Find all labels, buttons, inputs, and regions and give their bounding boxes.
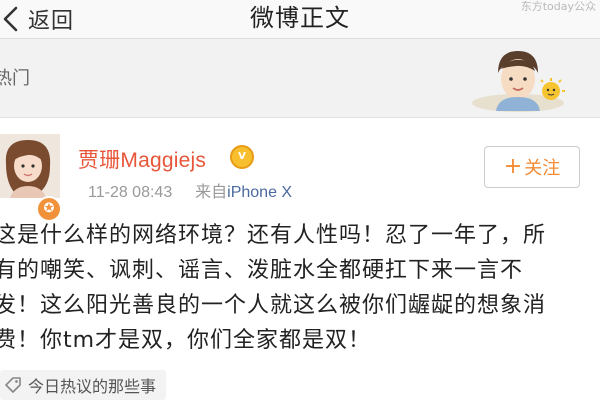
vip-badge-icon[interactable]: V bbox=[230, 145, 254, 169]
post-text-line: 有的嘲笑、讽刺、谣言、泼脏水全都硬扛下来一言不 bbox=[0, 258, 524, 283]
avatar-image bbox=[0, 134, 60, 198]
post-text-line: 发！这么阳光善良的一个人就这么被你们龌龊的想象消 bbox=[0, 293, 547, 318]
hot-section-bar: 热门 bbox=[0, 39, 600, 118]
post-text-line: 这是什么样的网络环境？还有人性吗！忍了一年了，所 bbox=[0, 223, 547, 248]
topic-tag-bar: 今日热议的那些事 bbox=[0, 370, 600, 400]
topic-tag-label: 今日热议的那些事 bbox=[28, 377, 157, 396]
follow-label: 关注 bbox=[524, 158, 561, 179]
nav-bar: 返回 微博正文 东方today公众 bbox=[0, 0, 600, 39]
topic-tag[interactable]: 今日热议的那些事 bbox=[0, 370, 167, 400]
watermark: 东方today公众 bbox=[520, 0, 596, 13]
post-source-device[interactable]: iPhone X bbox=[227, 184, 292, 201]
avatar[interactable]: ✪ bbox=[0, 134, 62, 222]
post-meta: 11-28 08:43 来自iPhone X bbox=[88, 178, 292, 202]
post-time: 11-28 08:43 bbox=[88, 184, 173, 201]
post-text-line: 费！你tm才是双，你们全家都是双！ bbox=[0, 328, 372, 353]
user-name[interactable]: 贾珊Maggiejs bbox=[78, 144, 206, 174]
plus-icon: + bbox=[503, 154, 523, 179]
post-text: 这是什么样的网络环境？还有人性吗！忍了一年了，所 有的嘲笑、讽刺、谣言、泼脏水全… bbox=[0, 218, 592, 358]
tag-icon bbox=[5, 377, 21, 393]
follow-button[interactable]: + 关注 bbox=[484, 146, 580, 188]
weibo-post: ✪ 贾珊Maggiejs V 11-28 08:43 来自iPhone X + … bbox=[0, 118, 600, 400]
page-title: 微博正文 bbox=[250, 4, 350, 32]
hot-illustration-icon bbox=[472, 51, 565, 112]
hot-label: 热门 bbox=[0, 68, 30, 89]
post-source-prefix: 来自 bbox=[195, 184, 228, 201]
